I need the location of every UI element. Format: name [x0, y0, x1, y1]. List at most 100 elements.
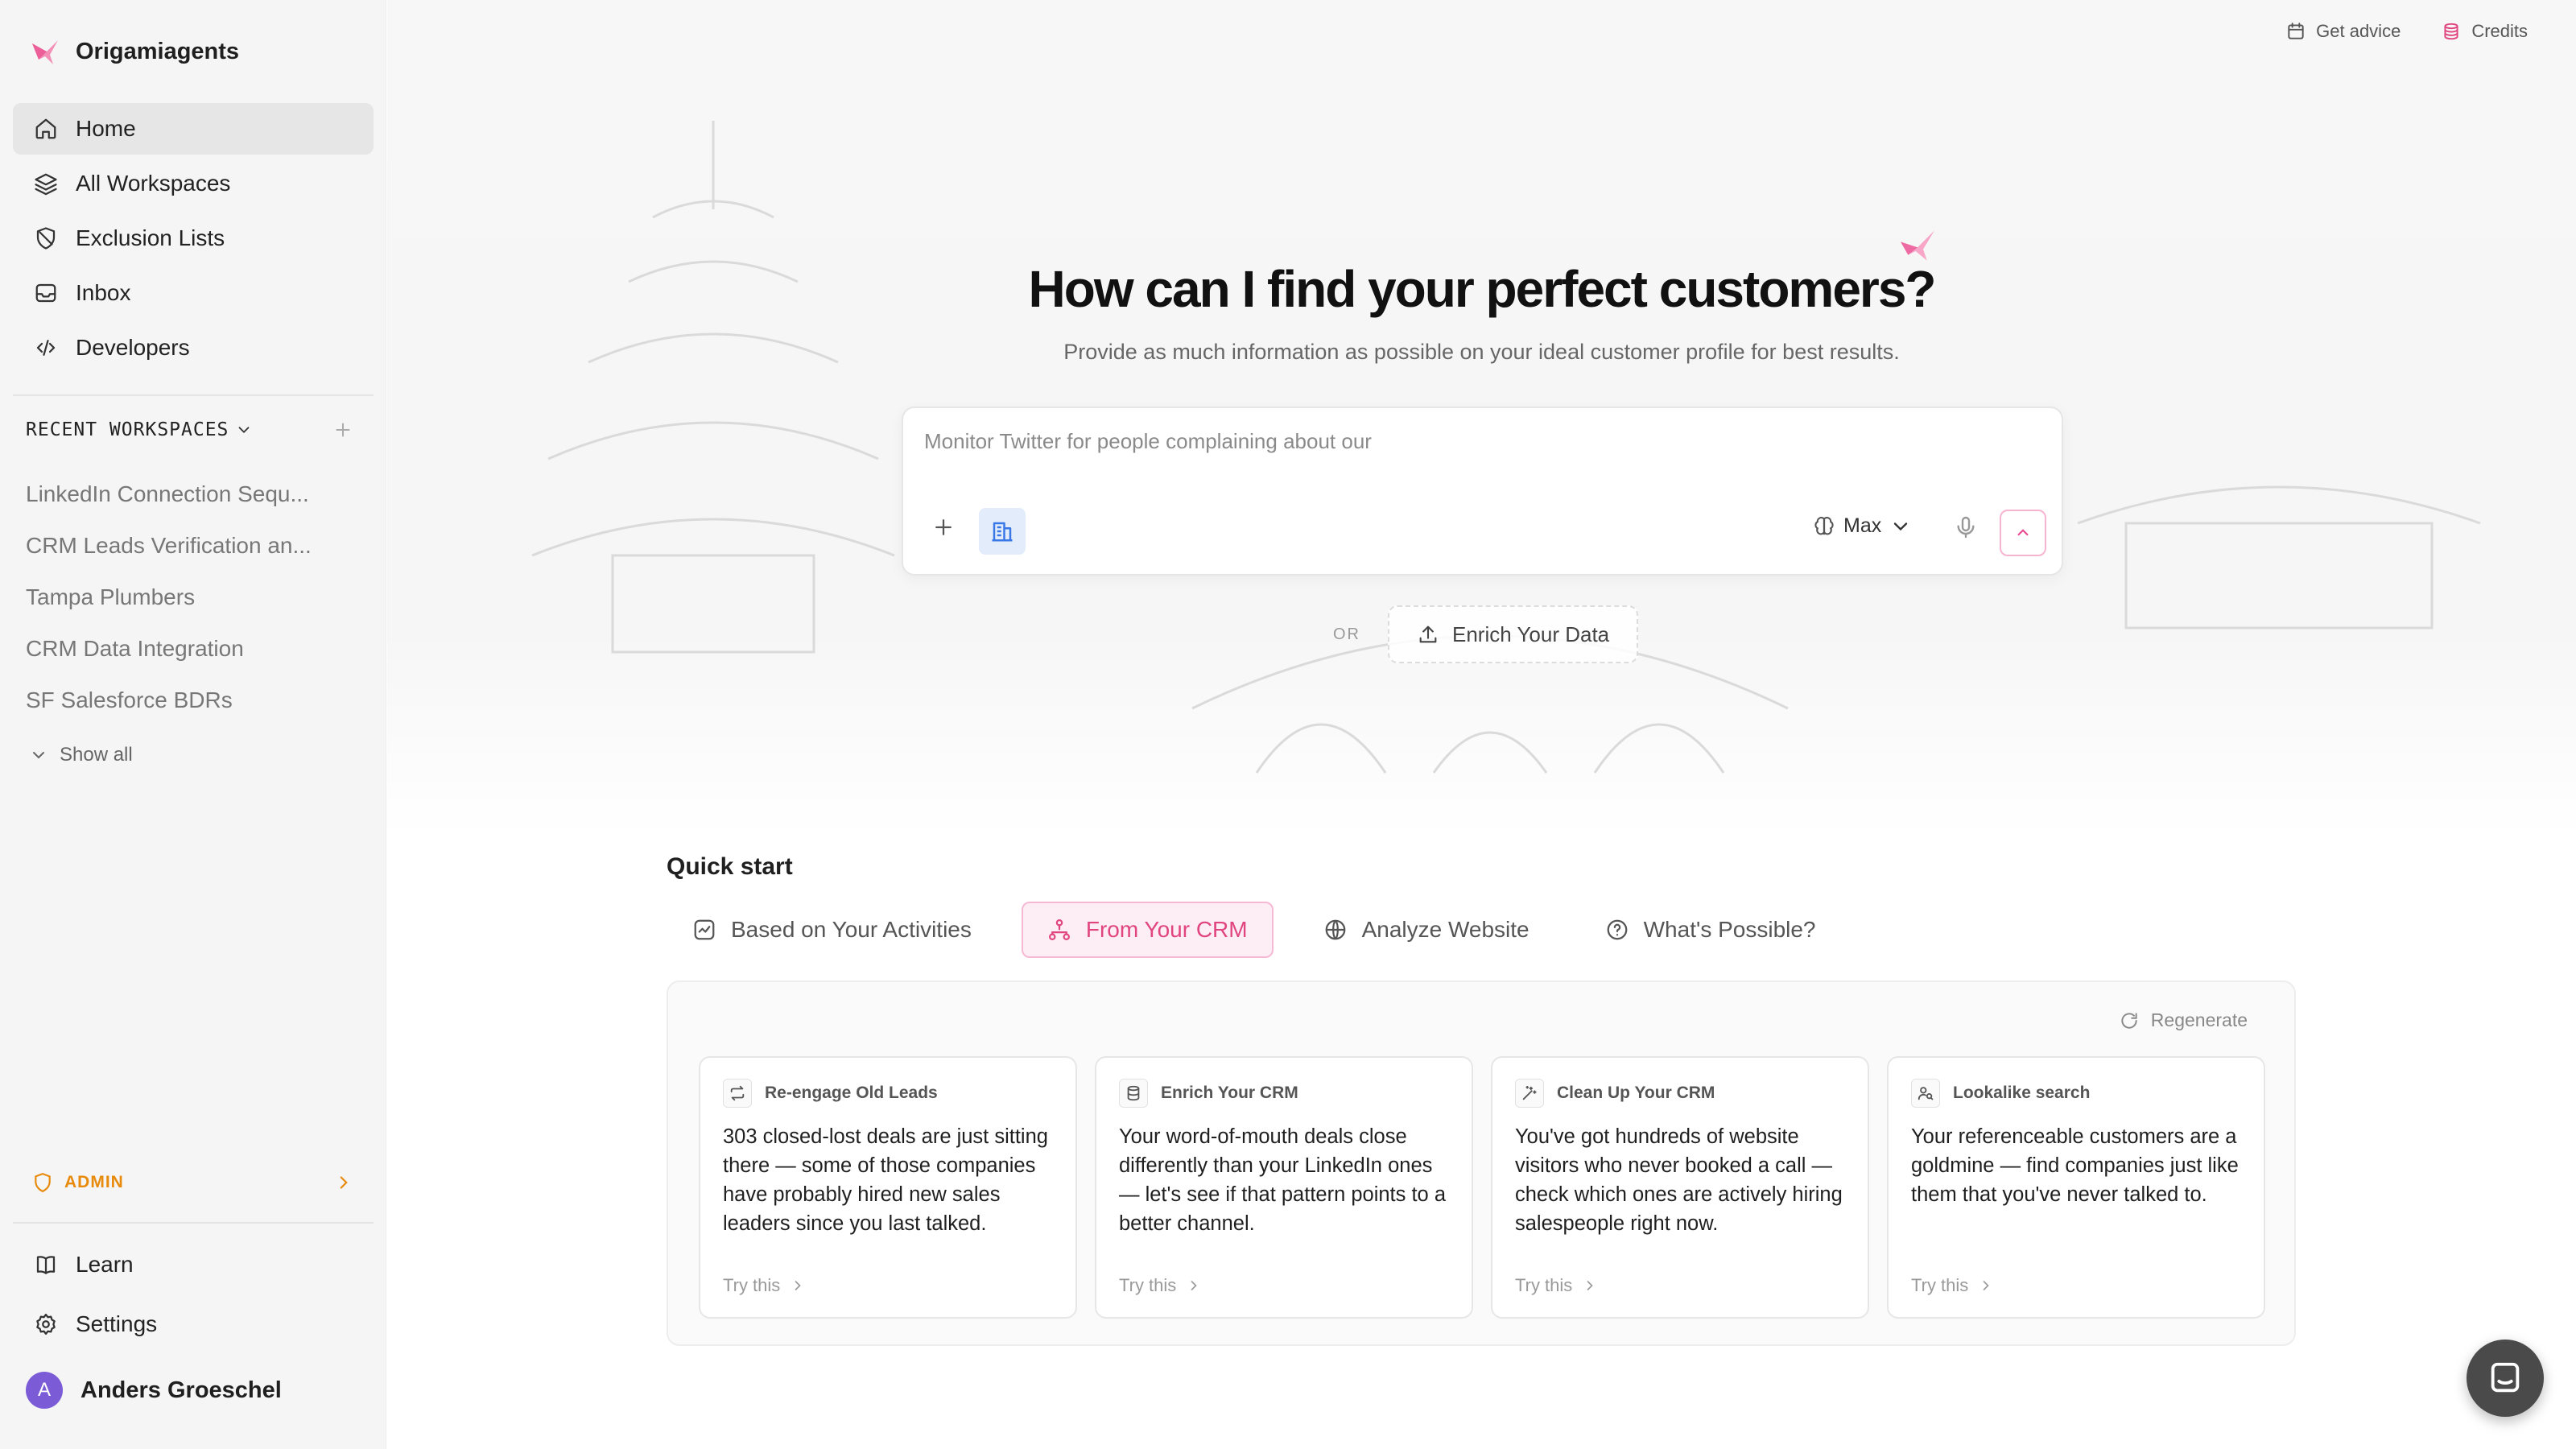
or-row: OR Enrich Your Data — [1333, 605, 1639, 663]
chevron-right-icon — [1587, 1281, 1593, 1290]
top-links: Get advice Credits — [2285, 21, 2528, 42]
nav-label: Exclusion Lists — [76, 225, 225, 250]
recent-workspaces-toggle[interactable]: RECENT WORKSPACES — [26, 419, 253, 440]
recent-workspace-item[interactable]: CRM Leads Verification an... — [26, 520, 356, 572]
calendar-icon — [2288, 23, 2304, 39]
recent-workspace-item[interactable]: LinkedIn Connection Sequ... — [26, 469, 356, 520]
chevron-right-icon — [340, 1176, 348, 1189]
nav-item-learn[interactable]: Learn — [13, 1236, 374, 1293]
layers-icon — [35, 173, 57, 196]
coins-stack-icon — [2444, 23, 2458, 40]
company-data-button[interactable] — [979, 508, 1026, 555]
recent-workspace-item[interactable]: Tampa Plumbers — [26, 572, 356, 623]
upload-icon — [1419, 625, 1437, 643]
card-title: Lookalike search — [1953, 1084, 2091, 1102]
page-title: How can I find your perfect customers? — [1028, 260, 1937, 318]
regenerate-label: Regenerate — [2150, 1009, 2248, 1030]
nav-item-inbox[interactable]: Inbox — [13, 267, 374, 319]
shield-off-icon — [36, 227, 56, 250]
gear-icon — [36, 1314, 56, 1335]
regenerate-button[interactable]: Regenerate — [2119, 1009, 2248, 1031]
refresh-icon — [2121, 1012, 2137, 1029]
activity-icon — [694, 919, 715, 940]
chevron-right-icon — [1191, 1281, 1197, 1290]
model-select[interactable]: Max — [1813, 514, 1912, 538]
help-circle-icon — [1607, 919, 1627, 940]
card-body: 303 closed-lost deals are just sitting t… — [723, 1125, 1048, 1235]
chevron-up-icon — [2017, 529, 2029, 536]
globe-icon — [1325, 919, 1345, 940]
card-title: Enrich Your CRM — [1161, 1084, 1298, 1102]
tab-label: What's Possible? — [1643, 917, 1816, 942]
tab-label: Analyze Website — [1361, 917, 1530, 942]
user-profile[interactable]: A Anders Groeschel — [26, 1372, 282, 1409]
tab-from-your-crm[interactable]: From Your CRM — [1021, 902, 1274, 958]
recent-workspaces-title: RECENT WORKSPACES — [26, 419, 229, 440]
nav-item-home[interactable]: Home — [13, 103, 374, 155]
try-this-link[interactable]: Try this — [1911, 1275, 1994, 1296]
add-workspace-button[interactable] — [330, 417, 356, 443]
main-nav: Home All Workspaces Exclusion Lists Inbo… — [13, 103, 374, 377]
try-this-label: Try this — [1515, 1275, 1573, 1295]
nav-item-all-workspaces[interactable]: All Workspaces — [13, 158, 374, 209]
page-subtitle: Provide as much information as possible … — [1063, 340, 1900, 364]
attach-button[interactable] — [927, 511, 960, 543]
quick-start-card[interactable]: Re-engage Old Leads 303 closed-lost deal… — [699, 1056, 1077, 1319]
nav-label: All Workspaces — [76, 171, 231, 196]
tab-whats-possible[interactable]: What's Possible? — [1579, 902, 1842, 958]
enrich-data-button[interactable]: Enrich Your Data — [1388, 605, 1639, 663]
chevron-down-icon — [1894, 522, 1908, 530]
recent-workspace-item[interactable]: CRM Data Integration — [26, 623, 356, 675]
sidebar: Origamiagents Home All Workspaces Exclus… — [0, 0, 386, 1449]
try-this-link[interactable]: Try this — [1119, 1275, 1202, 1296]
support-chat-button[interactable] — [2467, 1340, 2544, 1417]
tab-analyze-website[interactable]: Analyze Website — [1298, 902, 1555, 958]
microphone-icon[interactable] — [1953, 514, 1979, 540]
quick-start-card[interactable]: Lookalike search Your referenceable cust… — [1887, 1056, 2265, 1319]
tab-based-on-activities[interactable]: Based on Your Activities — [667, 902, 997, 958]
quick-start-card[interactable]: Clean Up Your CRM You've got hundreds of… — [1491, 1056, 1869, 1319]
plus-icon — [336, 423, 350, 437]
tab-label: Based on Your Activities — [731, 917, 972, 942]
card-body: You've got hundreds of website visitors … — [1515, 1125, 1843, 1235]
recent-workspace-item[interactable]: SF Salesforce BDRs — [26, 675, 356, 726]
brand[interactable]: Origamiagents — [29, 35, 239, 68]
origami-bird-icon — [1901, 230, 1934, 261]
hierarchy-icon — [1048, 919, 1070, 940]
nav-label: Settings — [76, 1311, 158, 1336]
card-title: Re-engage Old Leads — [765, 1084, 938, 1102]
try-this-link[interactable]: Try this — [723, 1275, 806, 1296]
model-label: Max — [1843, 514, 1882, 537]
quick-start-card[interactable]: Enrich Your CRM Your word-of-mouth deals… — [1095, 1056, 1473, 1319]
admin-label: ADMIN — [64, 1173, 124, 1191]
get-advice-label: Get advice — [2316, 21, 2401, 41]
tab-label: From Your CRM — [1085, 917, 1248, 942]
nav-item-developers[interactable]: Developers — [13, 322, 374, 374]
nav-item-settings[interactable]: Settings — [13, 1296, 374, 1352]
shield-icon — [35, 1173, 51, 1192]
user-name: Anders Groeschel — [80, 1377, 282, 1403]
chevron-down-icon — [238, 427, 250, 434]
nav-item-exclusion-lists[interactable]: Exclusion Lists — [13, 213, 374, 264]
show-all-button[interactable]: Show all — [29, 744, 133, 766]
prompt-input[interactable] — [924, 429, 1971, 454]
nav-label: Inbox — [76, 280, 131, 305]
try-this-label: Try this — [1119, 1275, 1177, 1295]
try-this-label: Try this — [723, 1275, 781, 1295]
wand-icon — [1522, 1085, 1537, 1100]
show-all-label: Show all — [60, 744, 133, 766]
chevron-right-icon — [1983, 1281, 1989, 1290]
quick-start-title: Quick start — [667, 853, 793, 880]
try-this-link[interactable]: Try this — [1515, 1275, 1598, 1296]
chat-icon — [2491, 1362, 2520, 1393]
recent-workspaces-list: LinkedIn Connection Sequ... CRM Leads Ve… — [26, 469, 356, 726]
users-search-icon — [1918, 1087, 1934, 1100]
get-advice-link[interactable]: Get advice — [2285, 21, 2401, 42]
send-button[interactable] — [2000, 510, 2046, 556]
credits-link[interactable]: Credits — [2441, 21, 2528, 42]
home-icon — [35, 118, 56, 139]
code-icon — [36, 340, 56, 356]
admin-link[interactable]: ADMIN — [32, 1172, 354, 1193]
avatar: A — [26, 1372, 63, 1409]
card-title: Clean Up Your CRM — [1557, 1084, 1715, 1102]
